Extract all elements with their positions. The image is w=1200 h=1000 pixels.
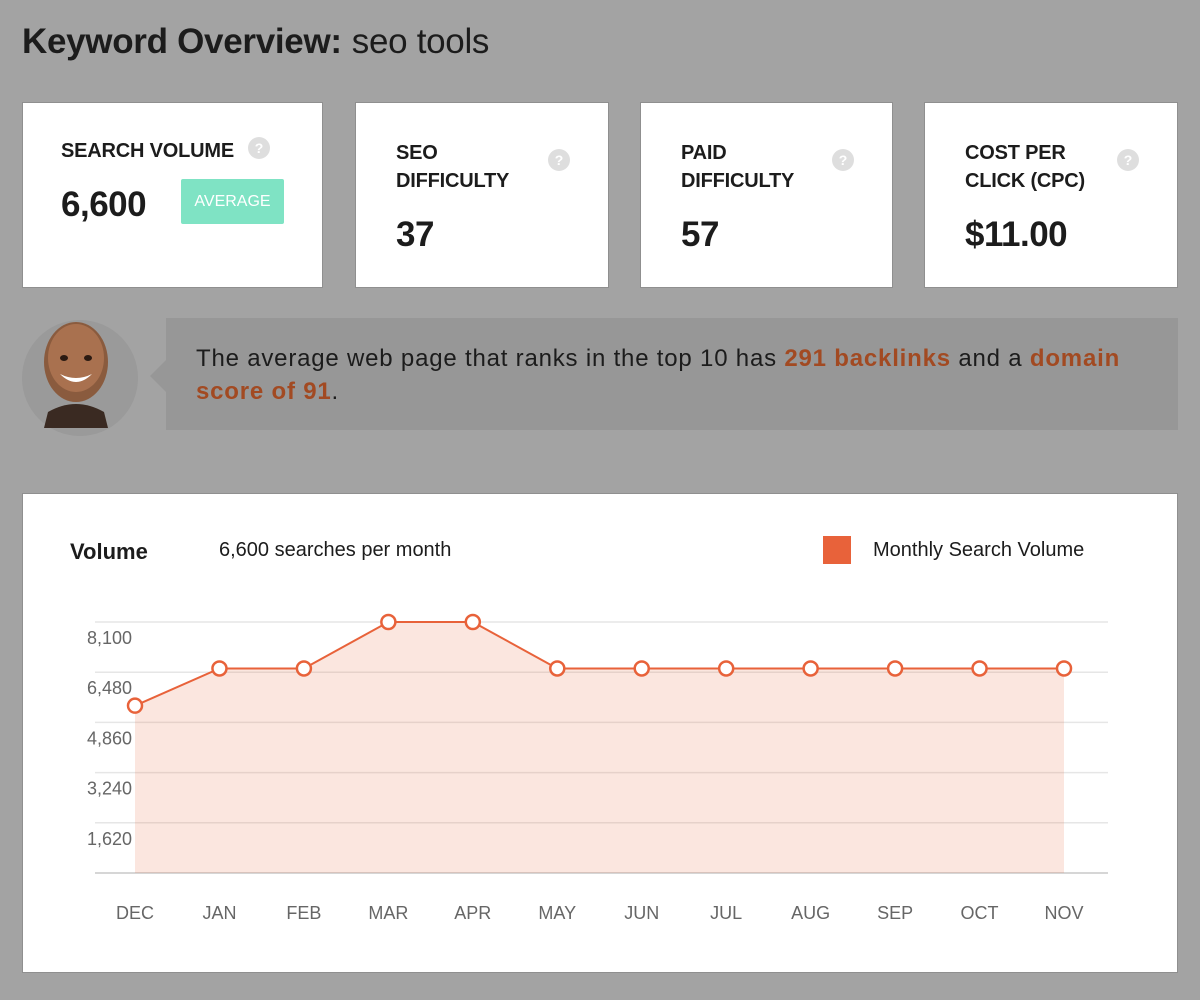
average-badge: AVERAGE (181, 179, 284, 224)
insight-text: The average web page that ranks in the t… (196, 342, 1156, 408)
paid-difficulty-label: PAID DIFFICULTY (681, 142, 795, 192)
paid-difficulty-card: PAID DIFFICULTY ? 57 (640, 102, 893, 288)
search-volume-value: 6,600 (61, 185, 147, 224)
search-volume-label: SEARCH VOLUME (61, 140, 234, 162)
paid-difficulty-value: 57 (681, 215, 719, 254)
backlinks-highlight: 291 backlinks (784, 345, 951, 372)
cpc-help-icon[interactable]: ? (1117, 149, 1139, 171)
volume-chart-panel (22, 493, 1178, 973)
search-volume-card: SEARCH VOLUME ? 6,600 AVERAGE (22, 102, 323, 288)
seo-difficulty-value: 37 (396, 215, 434, 254)
seo-difficulty-card: SEO DIFFICULTY ? 37 (355, 102, 609, 288)
page-title: Keyword Overview: seo tools (22, 20, 489, 64)
cpc-card: COST PER CLICK (CPC) ? $11.00 (924, 102, 1178, 288)
legend-label: Monthly Search Volume (873, 539, 1085, 561)
insight-text-start: The average web page that ranks in the t… (196, 345, 785, 372)
insight-text-end: . (331, 378, 339, 405)
search-volume-help-icon[interactable]: ? (248, 137, 270, 159)
volume-summary: 6,600 searches per month (219, 539, 452, 561)
volume-label: Volume (70, 539, 148, 564)
avatar (44, 322, 108, 428)
seo-difficulty-label: SEO DIFFICULTY (396, 142, 510, 192)
page-title-label: Keyword Overview: (22, 22, 342, 61)
cpc-value: $11.00 (965, 215, 1068, 254)
cpc-label: COST PER CLICK (CPC) (965, 142, 1086, 192)
legend-swatch (823, 536, 851, 564)
insight-bubble-arrow (150, 360, 166, 392)
paid-difficulty-help-icon[interactable]: ? (832, 149, 854, 171)
seo-difficulty-help-icon[interactable]: ? (548, 149, 570, 171)
keyword-text: seo tools (351, 22, 490, 61)
insight-text-middle: and a (950, 345, 1030, 372)
